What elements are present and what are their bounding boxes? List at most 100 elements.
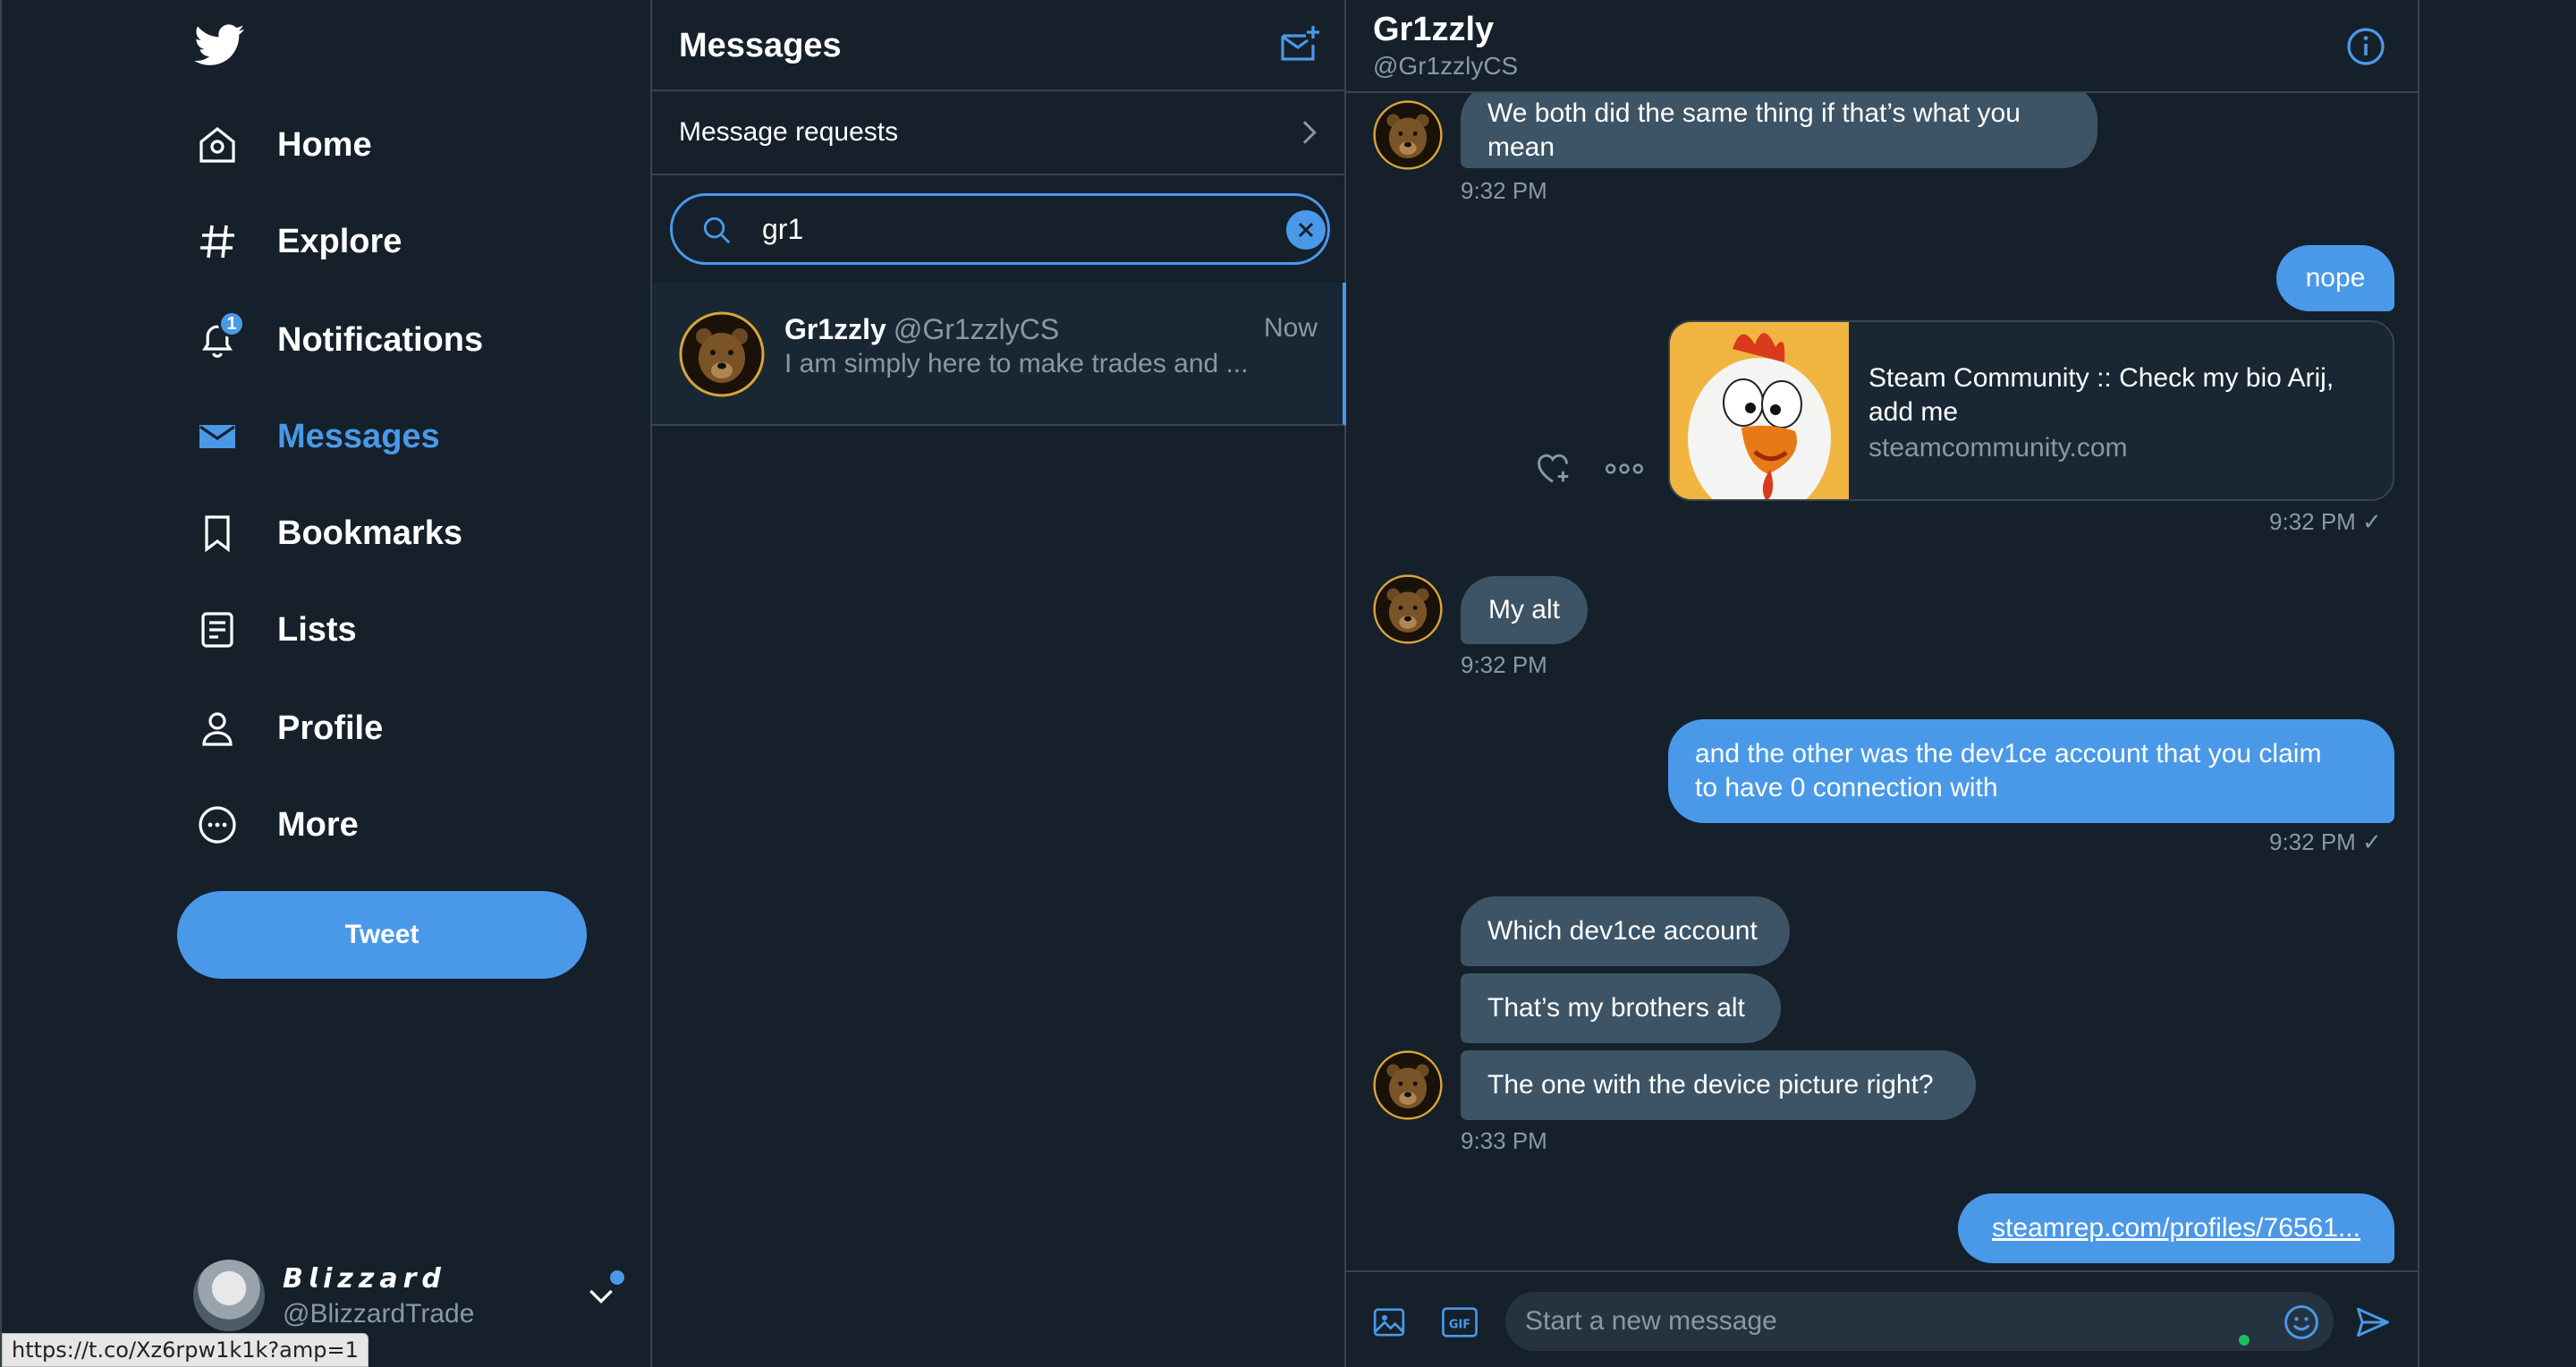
sidebar-item-label: Notifications	[277, 320, 484, 359]
sidebar-item-profile[interactable]: Profile	[193, 692, 383, 764]
conversation-header: Gr1zzly @Gr1zzlyCS	[1346, 0, 2418, 93]
close-icon	[1298, 222, 1314, 238]
more-options-icon[interactable]	[1604, 451, 1645, 487]
message-text: We both did the same thing if that’s wha…	[1487, 98, 2021, 128]
mail-icon	[193, 412, 242, 461]
message-text: nope	[2305, 263, 2366, 293]
notification-count-badge: 1	[218, 310, 245, 337]
message-bubble-incoming[interactable]: My alt	[1461, 576, 1588, 644]
sidebar-item-more[interactable]: More	[193, 789, 359, 861]
message-input[interactable]	[1525, 1301, 2241, 1342]
bell-icon: 1	[193, 310, 245, 364]
message-requests-row[interactable]: Message requests	[652, 91, 1344, 175]
send-icon[interactable]	[2353, 1303, 2393, 1342]
message-bubble-incoming[interactable]: We both did the same thing if that’s wha…	[1461, 93, 2097, 168]
search-input[interactable]	[762, 208, 1227, 250]
emoji-icon[interactable]	[2282, 1303, 2321, 1342]
account-handle: @BlizzardTrade	[283, 1299, 475, 1329]
message-bubble-incoming[interactable]: The one with the device picture right?	[1461, 1050, 1976, 1120]
chat-handle: @Gr1zzlyCS	[1373, 52, 1519, 80]
link-preview-card[interactable]: Steam Community :: Check my bio Arij, ad…	[1668, 320, 2394, 501]
link-card-domain: steamcommunity.com	[1868, 433, 2128, 463]
conversation-time: Now	[1263, 313, 1318, 343]
link-thumbnail-image	[1670, 322, 1849, 499]
message-composer: GIF	[1346, 1270, 2418, 1367]
message-timestamp: 9:32 PM	[1461, 177, 1547, 204]
message-text: The one with the device picture right?	[1487, 1070, 1934, 1100]
message-text: Which dev1ce account	[1487, 916, 1758, 946]
message-text: to have 0 connection with	[1695, 773, 1998, 802]
message-thread[interactable]: We both did the same thing if that’s wha…	[1346, 93, 2418, 1270]
message-bubble-outgoing[interactable]: nope	[2276, 245, 2394, 311]
messages-header: Messages	[652, 0, 1344, 91]
sidebar-nav: Home Explore 1 Notifications Messages Bo…	[0, 0, 650, 1367]
avatar	[1373, 574, 1443, 644]
chevron-right-icon	[1302, 121, 1317, 144]
list-icon	[193, 606, 242, 654]
hashtag-icon	[193, 217, 242, 266]
account-switcher[interactable]: 𝘽𝙡𝙞𝙯𝙯𝙖𝙧𝙙 @BlizzardTrade	[193, 1260, 624, 1331]
message-text: and the other was the dev1ce account tha…	[1695, 739, 2322, 768]
sidebar-item-label: Explore	[277, 222, 402, 260]
search-people-box	[670, 193, 1330, 265]
sidebar-item-lists[interactable]: Lists	[193, 594, 357, 666]
link-card-title-line: Steam Community :: Check my bio Arij,	[1868, 363, 2334, 393]
message-link[interactable]: steamrep.com/profiles/76561...	[1992, 1211, 2360, 1245]
tweet-button[interactable]: Tweet	[177, 891, 587, 979]
unread-dot	[610, 1270, 624, 1285]
sidebar-item-label: Bookmarks	[277, 514, 462, 552]
twitter-logo-icon[interactable]	[193, 20, 247, 70]
conversation-panel: Gr1zzly @Gr1zzlyCS We both did the same …	[1346, 0, 2419, 1367]
message-timestamp: 9:33 PM	[1461, 1127, 1547, 1154]
image-icon[interactable]	[1371, 1304, 1407, 1340]
link-status-url: https://t.co/Xz6rpw1k1k?amp=1	[2, 1333, 369, 1367]
link-card-title: Steam Community :: Check my bio Arij, ad…	[1868, 361, 2378, 429]
message-text: mean	[1487, 132, 1555, 162]
conversation-handle: @Gr1zzlyCS	[893, 313, 1060, 345]
svg-text:GIF: GIF	[1449, 1318, 1470, 1331]
chat-display-name[interactable]: Gr1zzly	[1373, 11, 1494, 49]
sidebar-item-messages[interactable]: Messages	[193, 401, 440, 472]
message-bubble-outgoing[interactable]: steamrep.com/profiles/76561...	[1958, 1193, 2394, 1263]
grammarly-indicator-dot	[2239, 1335, 2250, 1346]
message-requests-label: Message requests	[679, 117, 899, 147]
bookmark-icon	[193, 509, 242, 557]
sidebar-item-notifications[interactable]: 1 Notifications	[193, 304, 483, 376]
sidebar-item-label: Messages	[277, 417, 440, 455]
sidebar-item-bookmarks[interactable]: Bookmarks	[193, 497, 462, 569]
message-timestamp: 9:32 PM	[1461, 651, 1547, 678]
sidebar-item-label: Home	[277, 125, 372, 164]
page-title: Messages	[679, 27, 842, 64]
sidebar-item-label: Lists	[277, 610, 357, 649]
more-circle-icon	[193, 801, 242, 849]
person-icon	[193, 704, 242, 752]
message-timestamp: 9:32 PM ✓	[2269, 828, 2382, 855]
message-input-field	[1505, 1292, 2334, 1351]
sidebar-item-explore[interactable]: Explore	[193, 206, 402, 277]
message-text: My alt	[1487, 595, 1560, 624]
sidebar-item-label: Profile	[277, 709, 384, 747]
messages-list-panel: Messages Message requests Gr1zzly@Gr	[650, 0, 1346, 1367]
gif-icon[interactable]: GIF	[1441, 1304, 1479, 1340]
sidebar-item-label: More	[277, 805, 359, 844]
heart-add-reaction-icon[interactable]	[1532, 447, 1573, 488]
new-message-icon[interactable]	[1278, 23, 1321, 66]
avatar	[1373, 100, 1443, 170]
conversation-preview: I am simply here to make trades and ...	[784, 349, 1249, 378]
home-icon	[193, 121, 242, 169]
search-icon	[703, 217, 731, 244]
message-bubble-outgoing[interactable]: and the other was the dev1ce account tha…	[1668, 719, 2394, 823]
avatar	[679, 311, 765, 397]
avatar	[1373, 1050, 1443, 1120]
avatar	[193, 1260, 265, 1331]
message-bubble-incoming[interactable]: That’s my brothers alt	[1461, 973, 1781, 1043]
conversation-list-item[interactable]: Gr1zzly @Gr1zzlyCS Now I am simply here t…	[652, 283, 1346, 426]
conversation-display-name: Gr1zzly	[784, 313, 886, 345]
link-card-title-line: add me	[1868, 397, 1959, 427]
clear-search-button[interactable]	[1286, 210, 1326, 250]
message-bubble-incoming[interactable]: Which dev1ce account	[1461, 896, 1790, 966]
info-icon[interactable]	[2344, 25, 2387, 68]
conversation-name: Gr1zzly @Gr1zzlyCS	[784, 313, 1059, 346]
message-text: That’s my brothers alt	[1487, 993, 1745, 1023]
sidebar-item-home[interactable]: Home	[193, 109, 372, 181]
